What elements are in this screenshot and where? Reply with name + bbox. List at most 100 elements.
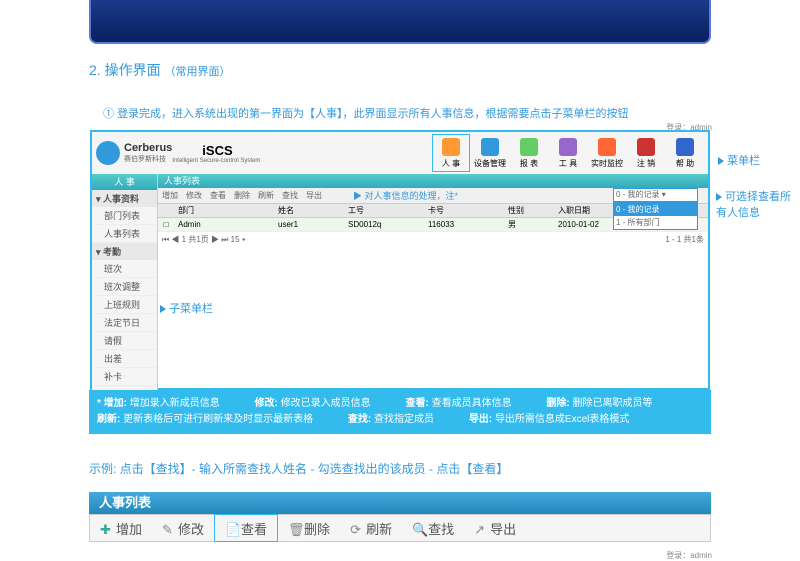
logout-icon (637, 138, 655, 156)
sidebar-group-attend[interactable]: ▾ 考勤 (92, 243, 157, 260)
sidebar-group-hr[interactable]: ▾ 人事资料 (92, 190, 157, 207)
help-del: 删除: 删除已离职成员等 (546, 398, 668, 409)
sidebar-item-rules[interactable]: 上班规则 (92, 296, 157, 314)
btn-export[interactable]: ↗导出 (464, 514, 526, 542)
desc-num: ① (103, 108, 114, 120)
app-window: Cerberus 赛伯罗斯科技 iSCS Intelligent Secure-… (90, 130, 710, 390)
sidebar-item-personnel[interactable]: 人事列表 (92, 225, 157, 243)
help-view: 查看: 查看成员具体信息 (405, 398, 527, 409)
sidebar-item-dept[interactable]: 部门列表 (92, 207, 157, 225)
col-sex: 性别 (504, 205, 554, 216)
section-title: 2. 操作界面 （常用界面） (89, 60, 230, 80)
tb-refresh[interactable]: 刷新 (258, 190, 274, 201)
menu-report[interactable]: 报 表 (510, 134, 548, 172)
ann-submenu: 子菜单栏 (160, 300, 213, 316)
pager-nav[interactable]: ⏮ ◀ 1 共1页 ▶ ⏭ 15 ▾ (162, 234, 246, 245)
sidebar: 人 事 ▾ 人事资料 部门列表 人事列表 ▾ 考勤 班次 班次调整 上班规则 法… (92, 174, 158, 392)
logo-block: Cerberus 赛伯罗斯科技 (96, 141, 172, 165)
btn-add[interactable]: ✚增加 (90, 514, 152, 542)
ann-filter: 可选择查看所有人信息 (716, 188, 800, 220)
status-user-2: 登录：admin (666, 550, 712, 561)
desc-text: 登录完成，进入系统出现的第一界面为【人事】，此界面显示所有人事信息，根据需要点击… (117, 108, 629, 120)
btn-view[interactable]: 📄查看 (214, 514, 278, 542)
product-name: iSCS (202, 143, 260, 158)
menu-device[interactable]: 设备管理 (471, 134, 509, 172)
arrow-right-icon (160, 305, 166, 313)
btn-refresh[interactable]: ⟳刷新 (340, 514, 402, 542)
monitor-icon (598, 138, 616, 156)
logo-icon (96, 141, 120, 165)
section-num: 2. (89, 62, 101, 78)
content: 人事列表 增加 修改 查看 删除 刷新 查找 导出 ▶ 对人事信息的处理，注* … (158, 174, 708, 392)
product-sub: Intelligent Secure-control System (172, 158, 260, 164)
plus-icon: ✚ (100, 522, 112, 534)
tb-add[interactable]: 增加 (162, 190, 178, 201)
menu-tools[interactable]: 工 具 (549, 134, 587, 172)
toolbar-note: ▶ 对人事信息的处理，注* (353, 189, 458, 202)
person-icon (442, 138, 460, 156)
bottom-toolbar: ✚增加 ✎修改 📄查看 🗑删除 ⟳刷新 🔍查找 ↗导出 (89, 514, 711, 542)
help-bar: * 增加: 增加录入新成员信息 修改: 修改已录入成员信息 查看: 查看成员具体… (89, 390, 711, 434)
row-emp: SD0012q (344, 220, 424, 229)
sidebar-item-leave[interactable]: 请假 (92, 332, 157, 350)
device-icon (481, 138, 499, 156)
toolbar: 增加 修改 查看 删除 刷新 查找 导出 ▶ 对人事信息的处理，注* 0 - 我… (158, 188, 708, 204)
row-check[interactable]: □ (158, 220, 174, 229)
sidebar-item-holiday[interactable]: 法定节日 (92, 314, 157, 332)
col-name: 姓名 (274, 205, 344, 216)
logo-name: Cerberus (124, 142, 172, 154)
filter-opt-mine[interactable]: 0 - 我的记录 (614, 203, 697, 216)
tb-edit[interactable]: 修改 (186, 190, 202, 201)
page-icon: 📄 (225, 522, 237, 534)
sidebar-item-shift[interactable]: 班次 (92, 260, 157, 278)
section-sub: （常用界面） (164, 66, 230, 78)
menu-monitor[interactable]: 实时监控 (588, 134, 626, 172)
sidebar-item-trip[interactable]: 出差 (92, 350, 157, 368)
sidebar-item-shiftadj[interactable]: 班次调整 (92, 278, 157, 296)
menu-logout[interactable]: 注 销 (627, 134, 665, 172)
bottom-tab[interactable]: 人事列表 (89, 492, 711, 514)
row-name: user1 (274, 220, 344, 229)
help-refresh: 刷新: 更新表格后可进行刷新来及时显示最新表格 (97, 414, 329, 425)
ann-menu: 菜单栏 (718, 152, 760, 168)
section-title-text: 操作界面 (105, 62, 161, 78)
help-export: 导出: 导出所需信息成Excel表格模式 (469, 414, 646, 425)
filter-dropdown[interactable]: 0 - 我的记录 ▾ (613, 188, 698, 202)
refresh-icon: ⟳ (350, 522, 362, 534)
col-dept: 部门 (174, 205, 274, 216)
pager: ⏮ ◀ 1 共1页 ▶ ⏭ 15 ▾ 1 - 1 共1条 (158, 232, 708, 247)
bottom-panel: 人事列表 ✚增加 ✎修改 📄查看 🗑删除 ⟳刷新 🔍查找 ↗导出 (89, 492, 711, 542)
report-icon (520, 138, 538, 156)
tb-search[interactable]: 查找 (282, 190, 298, 201)
pencil-icon: ✎ (162, 522, 174, 534)
sidebar-head: 人 事 (92, 174, 157, 190)
logo-cn: 赛伯罗斯科技 (124, 154, 172, 164)
tb-delete[interactable]: 删除 (234, 190, 250, 201)
trash-icon: 🗑 (288, 522, 300, 534)
tb-export[interactable]: 导出 (306, 190, 322, 201)
example-text: 示例: 点击【查找】- 输入所需查找人姓名 - 勾选查找出的该成员 - 点击【查… (89, 460, 508, 477)
desc-line: ① 登录完成，进入系统出现的第一界面为【人事】，此界面显示所有人事信息，根据需要… (103, 105, 629, 121)
tb-view[interactable]: 查看 (210, 190, 226, 201)
content-tab[interactable]: 人事列表 (158, 174, 708, 188)
col-emp: 工号 (344, 205, 424, 216)
app-header: Cerberus 赛伯罗斯科技 iSCS Intelligent Secure-… (92, 132, 708, 174)
btn-edit[interactable]: ✎修改 (152, 514, 214, 542)
sidebar-item-card[interactable]: 补卡 (92, 368, 157, 386)
help-icon (676, 138, 694, 156)
arrow-right-icon (718, 157, 724, 165)
menu-help[interactable]: 帮 助 (666, 134, 704, 172)
col-card: 卡号 (424, 205, 504, 216)
btn-search[interactable]: 🔍查找 (402, 514, 464, 542)
menu-bar: 人 事 设备管理 报 表 工 具 实时监控 注 销 帮 助 (432, 134, 704, 172)
help-edit: 修改: 修改已录入成员信息 (255, 398, 387, 409)
btn-delete[interactable]: 🗑删除 (278, 514, 340, 542)
filter-dropdown-popup: 0 - 我的记录 1 - 所有部门 (613, 202, 698, 230)
filter-opt-all[interactable]: 1 - 所有部门 (614, 216, 697, 229)
export-icon: ↗ (474, 522, 486, 534)
menu-personnel[interactable]: 人 事 (432, 134, 470, 172)
pager-info: 1 - 1 共1条 (665, 234, 704, 245)
arrow-right-icon (716, 193, 722, 201)
search-icon: 🔍 (412, 522, 424, 534)
row-card: 116033 (424, 220, 504, 229)
